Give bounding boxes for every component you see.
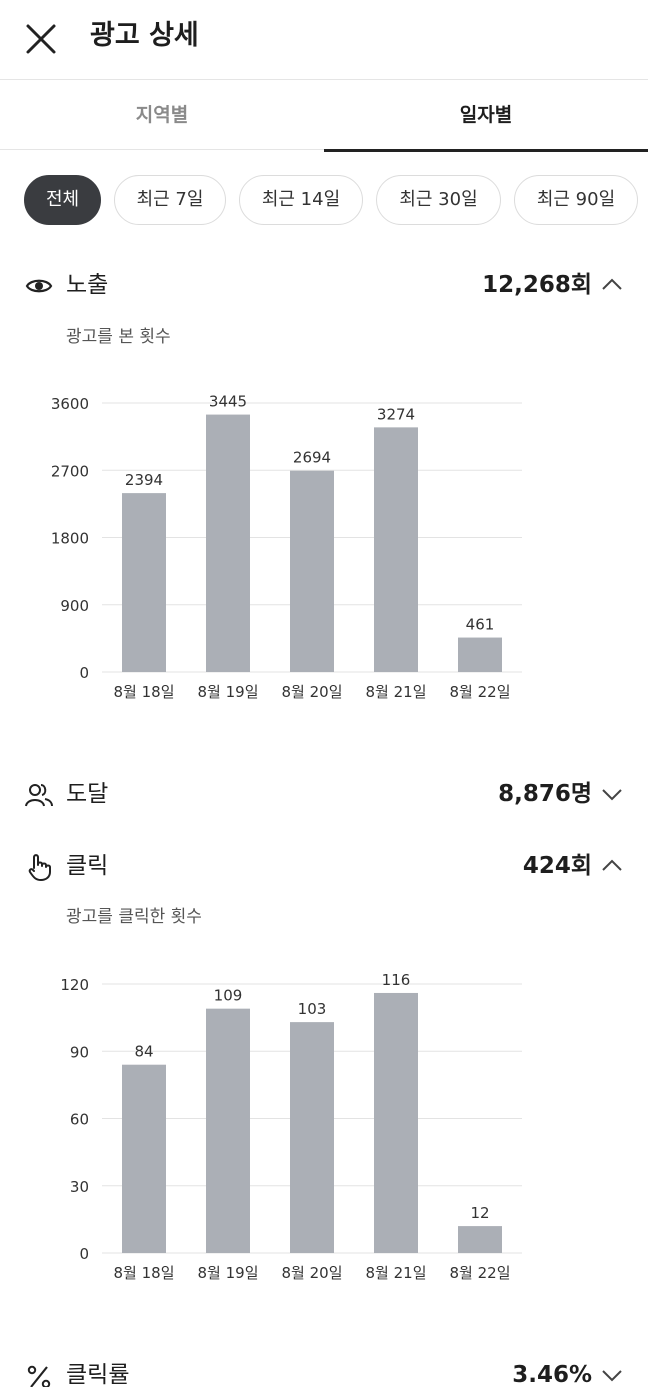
x-tick-label: 8월 21일	[366, 683, 427, 701]
y-tick-label: 120	[60, 976, 89, 994]
tab-by-region[interactable]: 지역별	[0, 80, 324, 150]
data-label: 84	[134, 1043, 153, 1061]
data-label: 2694	[293, 449, 331, 467]
chevron-up-icon[interactable]	[600, 273, 624, 297]
x-tick-label: 8월 22일	[450, 683, 511, 701]
bar-chart: 0 30 60 90 120 84 8월 18일 109 8월 19일 103 8월 20일 116 8…	[60, 971, 522, 1282]
x-tick-label: 8월 21일	[366, 1264, 427, 1282]
tab-bar: 지역별 일자별	[0, 80, 648, 152]
x-tick-label: 8월 18일	[114, 1264, 175, 1282]
clicks-label: 클릭	[66, 853, 109, 879]
y-tick-label: 0	[79, 1245, 89, 1263]
impressions-chart: 0 900 1800 2700 3600 2394 8월 18일 3445 8월 19일 2694…	[0, 380, 648, 710]
bar	[206, 1008, 250, 1253]
clicks-description: 광고를 클릭한 횟수	[66, 907, 202, 927]
bar	[290, 1022, 334, 1253]
data-label: 109	[214, 987, 243, 1005]
bar	[206, 414, 250, 672]
data-label: 3445	[209, 393, 247, 411]
data-label: 116	[382, 971, 411, 989]
data-label: 103	[298, 1000, 327, 1018]
page-title: 광고 상세	[90, 20, 199, 51]
period-filter: 전체 최근 7일 최근 14일 최근 30일 최근 90일	[0, 175, 648, 227]
y-tick-label: 60	[70, 1111, 89, 1129]
impressions-row[interactable]: 노출 12,268회	[0, 265, 648, 305]
clicks-chart: 0 30 60 90 120 84 8월 18일 109 8월 19일 103 8월 20일 116 8…	[0, 961, 648, 1291]
chevron-down-icon[interactable]	[600, 782, 624, 806]
eye-icon	[25, 279, 53, 293]
reach-label: 도달	[66, 781, 109, 807]
x-tick-label: 8월 19일	[198, 683, 259, 701]
y-tick-label: 3600	[51, 395, 89, 413]
ctr-row[interactable]: 클릭률 3.46%	[0, 1355, 648, 1387]
filter-90days-chip[interactable]: 최근 90일	[514, 175, 638, 225]
filter-14days-chip[interactable]: 최근 14일	[239, 175, 363, 225]
data-label: 2394	[125, 471, 163, 489]
bar	[122, 1064, 166, 1253]
y-tick-label: 30	[70, 1178, 89, 1196]
people-icon	[25, 784, 53, 807]
clicks-value: 424회	[522, 853, 592, 879]
ctr-label: 클릭률	[66, 1362, 130, 1387]
x-tick-label: 8월 22일	[450, 1264, 511, 1282]
percent-icon	[27, 1365, 51, 1387]
y-tick-label: 1800	[51, 530, 89, 548]
x-tick-label: 8월 20일	[282, 1264, 343, 1282]
reach-row[interactable]: 도달 8,876명	[0, 774, 648, 814]
impressions-label: 노출	[66, 272, 109, 298]
x-tick-label: 8월 18일	[114, 683, 175, 701]
ctr-value: 3.46%	[512, 1362, 592, 1387]
filter-all-chip[interactable]: 전체	[24, 175, 101, 225]
header: 광고 상세	[0, 0, 648, 80]
bar	[290, 470, 334, 672]
bar	[458, 637, 502, 672]
reach-value: 8,876명	[498, 781, 592, 807]
y-tick-label: 90	[70, 1043, 89, 1061]
bar	[374, 427, 418, 672]
x-tick-label: 8월 20일	[282, 683, 343, 701]
x-tick-label: 8월 19일	[198, 1264, 259, 1282]
bar-chart: 0 900 1800 2700 3600 2394 8월 18일 3445 8월 19일 2694…	[51, 393, 522, 701]
bar	[458, 1226, 502, 1253]
close-icon[interactable]	[24, 22, 58, 56]
filter-7days-chip[interactable]: 최근 7일	[114, 175, 226, 225]
chevron-up-icon[interactable]	[600, 854, 624, 878]
y-tick-label: 2700	[51, 462, 89, 480]
y-tick-label: 0	[79, 664, 89, 682]
bar	[374, 992, 418, 1253]
chevron-down-icon[interactable]	[600, 1363, 624, 1387]
data-label: 12	[470, 1204, 489, 1222]
bar	[122, 493, 166, 672]
clicks-row[interactable]: 클릭 424회	[0, 846, 648, 886]
hand-pointer-icon	[28, 854, 51, 881]
data-label: 3274	[377, 405, 415, 423]
impressions-description: 광고를 본 횟수	[66, 327, 171, 347]
impressions-value: 12,268회	[482, 272, 592, 298]
data-label: 461	[466, 616, 495, 634]
filter-30days-chip[interactable]: 최근 30일	[376, 175, 501, 225]
tab-by-date[interactable]: 일자별	[324, 80, 648, 152]
y-tick-label: 900	[60, 597, 89, 615]
